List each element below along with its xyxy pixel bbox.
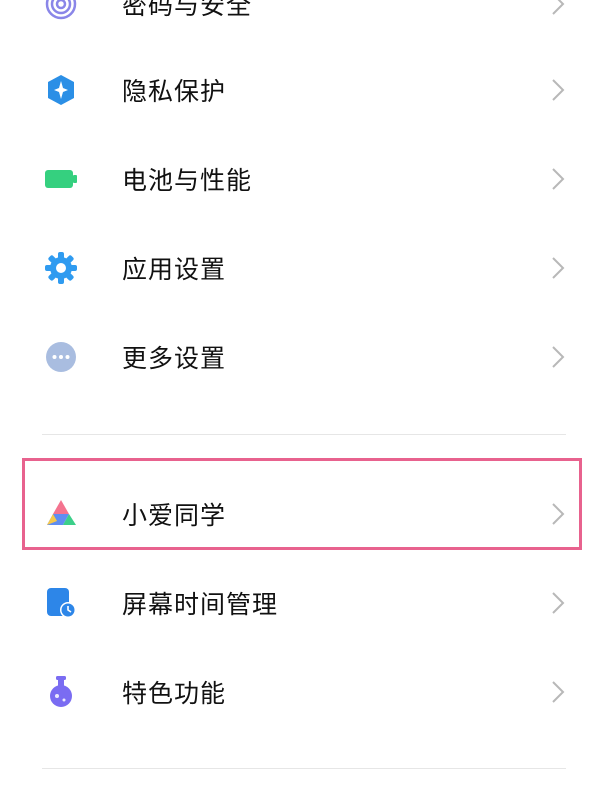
settings-item-xiaoai[interactable]: 小爱同学 — [0, 470, 599, 558]
gear-icon — [44, 251, 78, 285]
settings-item-label: 特色功能 — [122, 679, 227, 708]
settings-item-label: 隐私保护 — [122, 77, 227, 106]
settings-item-password-security[interactable]: 密码与安全 — [0, 0, 599, 48]
settings-item-label: 更多设置 — [122, 344, 227, 373]
settings-item-label: 屏幕时间管理 — [122, 590, 279, 619]
section-divider — [42, 434, 566, 435]
chevron-right-icon — [551, 78, 565, 102]
settings-item-privacy[interactable]: 隐私保护 — [0, 46, 599, 134]
section-divider — [42, 768, 566, 769]
settings-item-app-settings[interactable]: 应用设置 — [0, 224, 599, 312]
chevron-right-icon — [551, 680, 565, 704]
settings-screen: 密码与安全 隐私保护 电池与性能 应用设置 更多设置 小爱同学 屏幕时间管理 特… — [0, 0, 599, 808]
fingerprint-icon — [44, 0, 78, 21]
settings-item-label: 小爱同学 — [122, 501, 227, 530]
settings-item-more-settings[interactable]: 更多设置 — [0, 313, 599, 401]
battery-icon — [44, 162, 78, 196]
screen-time-icon — [44, 586, 78, 620]
settings-item-label: 密码与安全 — [122, 0, 253, 20]
chevron-right-icon — [551, 0, 565, 16]
settings-item-label: 应用设置 — [122, 255, 227, 284]
xiaoai-assistant-icon — [44, 497, 78, 531]
settings-item-battery[interactable]: 电池与性能 — [0, 135, 599, 223]
chevron-right-icon — [551, 167, 565, 191]
settings-item-label: 电池与性能 — [122, 166, 253, 195]
chevron-right-icon — [551, 256, 565, 280]
settings-item-screen-time[interactable]: 屏幕时间管理 — [0, 559, 599, 647]
settings-item-special-features[interactable]: 特色功能 — [0, 648, 599, 736]
flask-icon — [44, 675, 78, 709]
chevron-right-icon — [551, 345, 565, 369]
privacy-shield-icon — [44, 73, 78, 107]
chevron-right-icon — [551, 591, 565, 615]
more-dots-icon — [44, 340, 78, 374]
chevron-right-icon — [551, 502, 565, 526]
